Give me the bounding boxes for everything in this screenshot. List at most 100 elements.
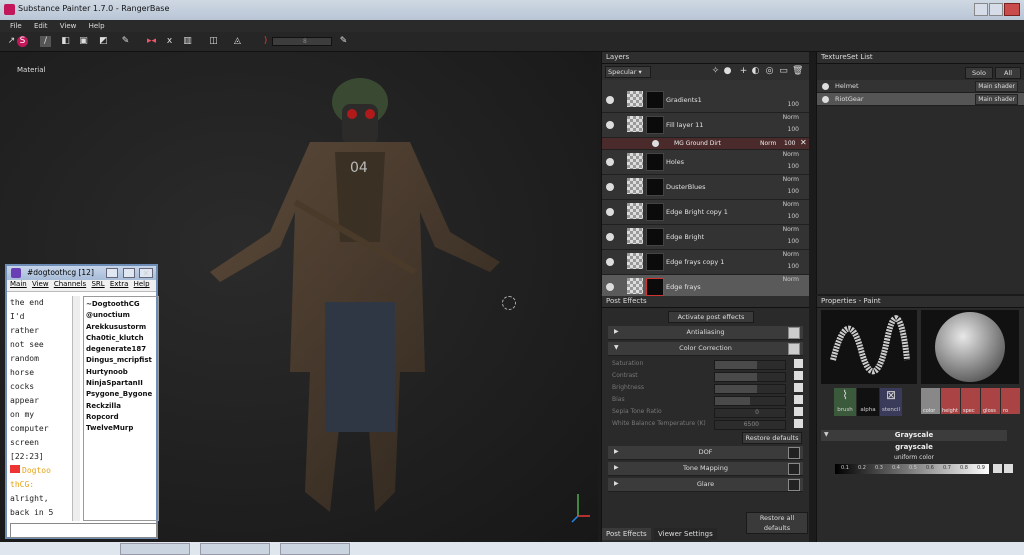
visibility-eye-icon[interactable]	[606, 183, 614, 191]
brush-tool-icon[interactable]: /	[40, 36, 51, 47]
user-list-item[interactable]: TwelveMurp	[86, 423, 156, 434]
eraser-tool-icon[interactable]: ◧	[60, 36, 71, 47]
projection-tool-icon[interactable]: ▣	[78, 36, 89, 47]
size-pen-icon[interactable]: )	[260, 36, 271, 47]
add-mask-icon[interactable]: ●	[722, 66, 733, 77]
duplicate-layer-icon[interactable]: ◎	[764, 66, 775, 77]
chat-menu-help[interactable]: Help	[134, 280, 150, 288]
minimize-button[interactable]	[974, 3, 988, 16]
symmetry-icon[interactable]: ▸◂	[146, 36, 157, 47]
visibility-eye-icon[interactable]	[606, 158, 614, 166]
chat-menu-main[interactable]: Main	[10, 280, 27, 288]
white-balance-slider[interactable]: 6500	[714, 420, 786, 430]
layer-opacity[interactable]: 100	[788, 213, 799, 220]
layer-row[interactable]: Edge Bright copy 1 Norm 100	[602, 200, 809, 225]
shader-select[interactable]: Main shader	[975, 81, 1018, 92]
lazy-mouse-icon[interactable]: ◬	[232, 36, 243, 47]
visibility-eye-icon[interactable]	[606, 258, 614, 266]
folder-icon[interactable]: ▭	[778, 66, 789, 77]
layer-opacity[interactable]: 100	[788, 238, 799, 245]
chat-menu-srl[interactable]: SRL	[91, 280, 104, 288]
chat-menu-view[interactable]: View	[32, 280, 49, 288]
visibility-eye-icon[interactable]	[606, 121, 614, 129]
sepia-slider[interactable]: 0	[714, 408, 786, 418]
layer-blend-mode[interactable]: Norm	[783, 176, 799, 183]
textureset-row-selected[interactable]: RiotGear Main shader	[817, 93, 1024, 106]
close-button[interactable]	[1004, 3, 1020, 16]
edit-icon[interactable]	[794, 407, 803, 416]
delete-layer-icon[interactable]: 🗑	[792, 66, 803, 77]
saturation-slider[interactable]	[714, 360, 786, 370]
layer-blend-mode[interactable]: Norm	[783, 151, 799, 158]
layer-opacity[interactable]: 100	[788, 101, 799, 108]
link-icon[interactable]: ↗	[6, 36, 17, 47]
user-list-item[interactable]: Dingus_mcripfist	[86, 355, 156, 366]
height-slot[interactable]: height	[941, 388, 960, 414]
tone-mapping-section[interactable]: ▶ Tone Mapping	[608, 462, 803, 476]
ro-slot[interactable]: ro	[1001, 388, 1020, 414]
user-list-item[interactable]: Psygone_Bygone	[86, 389, 156, 400]
layer-opacity[interactable]: 100	[788, 126, 799, 133]
brush-slot[interactable]: ⌇ brush	[834, 388, 856, 416]
chat-close-button[interactable]: ✕	[139, 268, 153, 278]
user-list-item[interactable]: Cha0tic_klutch	[86, 333, 156, 344]
camera-icon[interactable]: ▥	[182, 36, 193, 47]
taskbar-item[interactable]	[200, 543, 270, 555]
user-list-item[interactable]: degenerate187	[86, 344, 156, 355]
color-picker-icon[interactable]: ✎	[120, 36, 131, 47]
pen-pressure-icon[interactable]: ✎	[338, 36, 349, 47]
edit-icon[interactable]	[1004, 464, 1013, 473]
glare-checkbox[interactable]	[788, 479, 800, 491]
all-button[interactable]: All	[995, 67, 1021, 79]
effect-blend[interactable]: Norm	[760, 140, 776, 147]
maximize-button[interactable]	[989, 3, 1003, 16]
contrast-slider[interactable]	[714, 372, 786, 382]
menu-view[interactable]: View	[60, 20, 77, 32]
edit-icon[interactable]	[794, 359, 803, 368]
menu-file[interactable]: File	[10, 20, 22, 32]
color-correction-checkbox[interactable]	[788, 343, 800, 355]
chat-menu-channels[interactable]: Channels	[54, 280, 86, 288]
layer-opacity[interactable]: 100	[788, 188, 799, 195]
user-list-item[interactable]: Ropcord	[86, 412, 156, 423]
menu-edit[interactable]: Edit	[34, 20, 48, 32]
edit-icon[interactable]	[794, 395, 803, 404]
user-list-item[interactable]: @unoctium	[86, 310, 156, 321]
layer-blend-mode[interactable]: Norm	[783, 226, 799, 233]
chat-minimize-button[interactable]	[106, 268, 118, 278]
layer-row[interactable]: Edge frays copy 1 Norm 100	[602, 250, 809, 275]
visibility-eye-icon[interactable]	[606, 208, 614, 216]
layer-blend-mode[interactable]: Norm	[783, 201, 799, 208]
restore-defaults-button[interactable]: Restore defaults	[742, 432, 802, 444]
brush-size-slider[interactable]: 8	[272, 37, 332, 46]
chat-scrollbar[interactable]	[72, 296, 80, 521]
stencil-slot[interactable]: ⊠ stencil	[880, 388, 902, 416]
layer-opacity[interactable]: 100	[788, 263, 799, 270]
spec-slot[interactable]: spec	[961, 388, 980, 414]
dof-section[interactable]: ▶ DOF	[608, 446, 803, 460]
solo-button[interactable]: Solo	[965, 67, 993, 79]
effect-opacity[interactable]: 100	[784, 140, 795, 147]
visibility-eye-icon[interactable]	[822, 96, 829, 103]
grayscale-slider[interactable]: 0.1 0.2 0.3 0.4 0.5 0.6 0.7 0.8 0.9	[835, 464, 989, 474]
visibility-eye-icon[interactable]	[606, 96, 614, 104]
taskbar-item[interactable]	[120, 543, 190, 555]
user-list-item[interactable]: Arekkusustorm	[86, 322, 156, 333]
layer-row[interactable]: Holes Norm 100	[602, 150, 809, 175]
grayscale-section[interactable]: ▼ Grayscale	[821, 430, 1007, 441]
activate-post-effects-button[interactable]: Activate post effects	[668, 311, 754, 323]
remove-effect-icon[interactable]: ✕	[800, 138, 807, 147]
layer-blend-mode[interactable]: Norm	[783, 114, 799, 121]
layer-row[interactable]: Fill layer 11 Norm 100	[602, 113, 809, 138]
symmetry-axis-icon[interactable]: x	[164, 36, 175, 47]
restore-all-defaults-button[interactable]: Restore all defaults	[746, 512, 808, 534]
antialiasing-section[interactable]: ▶ Antialiasing	[608, 326, 803, 340]
visibility-eye-icon[interactable]	[822, 83, 829, 90]
edit-icon[interactable]	[794, 383, 803, 392]
layer-blend-mode[interactable]: Norm	[783, 251, 799, 258]
add-fill-layer-icon[interactable]: ◐	[750, 66, 761, 77]
antialiasing-checkbox[interactable]	[788, 327, 800, 339]
glare-section[interactable]: ▶ Glare	[608, 478, 803, 492]
gloss-slot[interactable]: gloss	[981, 388, 1000, 414]
edit-icon[interactable]	[794, 419, 803, 428]
